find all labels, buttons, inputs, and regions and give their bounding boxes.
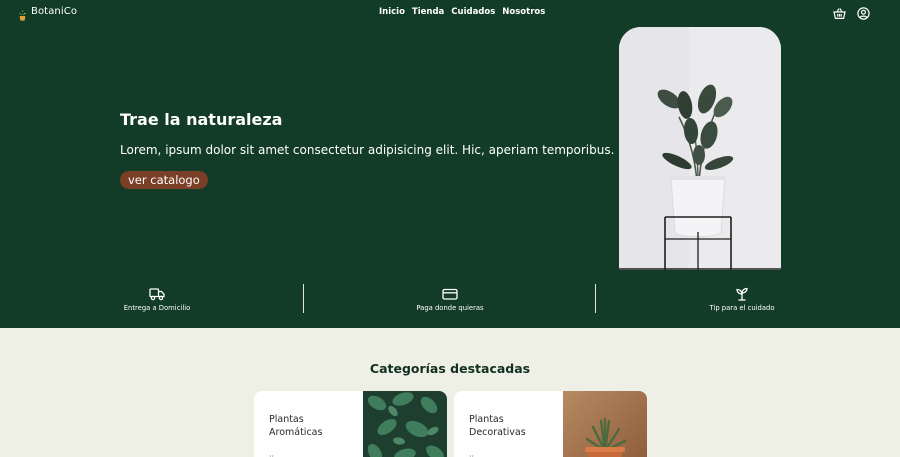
nav-link-cuidados[interactable]: Cuidados: [451, 7, 495, 17]
nav-link-tienda[interactable]: Tienda: [412, 7, 444, 17]
header-actions: [833, 5, 870, 20]
brand-logo[interactable]: BotaniCo: [18, 6, 78, 21]
nav-links: Inicio Tienda Cuidados Nosotros: [379, 7, 545, 17]
hero-plant-image: [619, 27, 781, 270]
category-more: ··: [469, 452, 475, 457]
category-card-text: Plantas Aromáticas ··: [254, 391, 363, 457]
nav-link-inicio[interactable]: Inicio: [379, 7, 405, 17]
potted-plant-icon: [18, 6, 27, 21]
feature-label: Paga donde quieras: [416, 304, 484, 312]
category-line1: Plantas: [269, 414, 304, 425]
succulent-in-terracotta-pot-photo: [563, 391, 647, 457]
nav-link-nosotros[interactable]: Nosotros: [502, 7, 545, 17]
catalog-button[interactable]: ver catalogo: [120, 171, 208, 189]
category-card-decorativas[interactable]: Plantas Decorativas ··: [454, 391, 647, 457]
feature-delivery: Entrega a Domicilio: [107, 270, 207, 328]
feature-label: Tip para el cuidado: [709, 304, 775, 312]
green-leaves-photo: [363, 391, 447, 457]
category-line2: Aromáticas: [269, 426, 323, 438]
basket-icon[interactable]: [833, 5, 846, 19]
category-card-aromaticas[interactable]: Plantas Aromáticas ··: [254, 391, 447, 457]
feature-label: Entrega a Domicilio: [123, 304, 191, 312]
feature-payment: Paga donde quieras: [400, 270, 500, 328]
categories-title: Categorías destacadas: [369, 361, 531, 376]
category-line1: Plantas: [469, 414, 504, 425]
feature-care-tips: Tip para el cuidado: [692, 270, 792, 328]
hero-title: Trae la naturaleza: [120, 110, 283, 129]
hero-description: Lorem, ipsum dolor sit amet consectetur …: [120, 143, 615, 157]
divider: [303, 284, 304, 313]
category-card-text: Plantas Decorativas ··: [454, 391, 563, 457]
divider: [595, 284, 596, 313]
navbar: BotaniCo Inicio Tienda Cuidados Nosotros: [0, 0, 900, 26]
truck-icon: [149, 286, 165, 301]
sprout-icon: [734, 286, 750, 301]
user-circle-icon[interactable]: [857, 5, 870, 20]
brand-name: BotaniCo: [31, 6, 78, 17]
credit-card-icon: [442, 286, 458, 300]
category-line2: Decorativas: [469, 426, 526, 438]
category-more: ··: [269, 452, 275, 457]
hero-section: BotaniCo Inicio Tienda Cuidados Nosotros: [0, 0, 900, 270]
features-strip: Entrega a Domicilio Paga donde quieras T…: [0, 270, 900, 328]
